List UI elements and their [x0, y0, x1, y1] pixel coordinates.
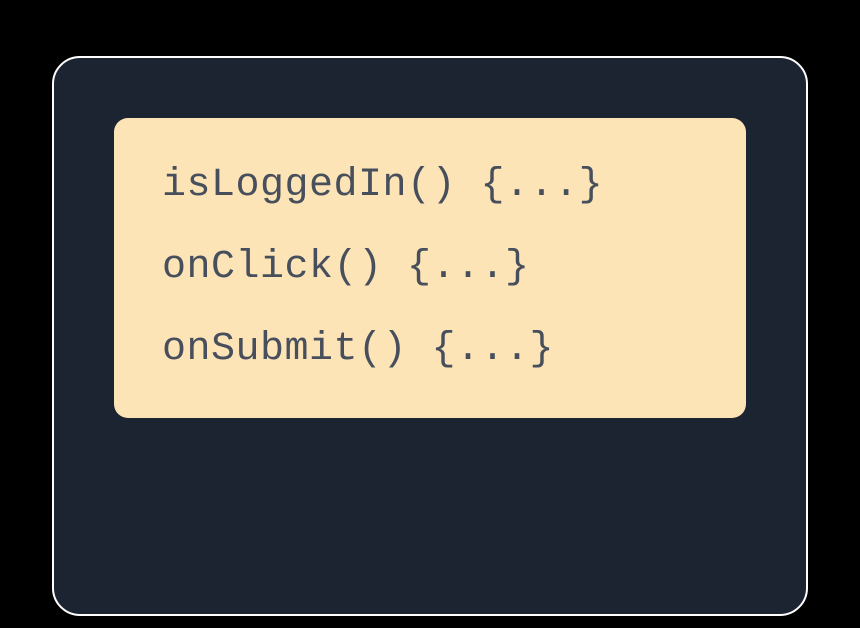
- code-line: onClick() {...}: [162, 244, 698, 292]
- code-box: isLoggedIn() {...} onClick() {...} onSub…: [114, 118, 746, 418]
- code-panel: isLoggedIn() {...} onClick() {...} onSub…: [52, 56, 808, 616]
- code-line: onSubmit() {...}: [162, 326, 698, 374]
- code-line: isLoggedIn() {...}: [162, 162, 698, 210]
